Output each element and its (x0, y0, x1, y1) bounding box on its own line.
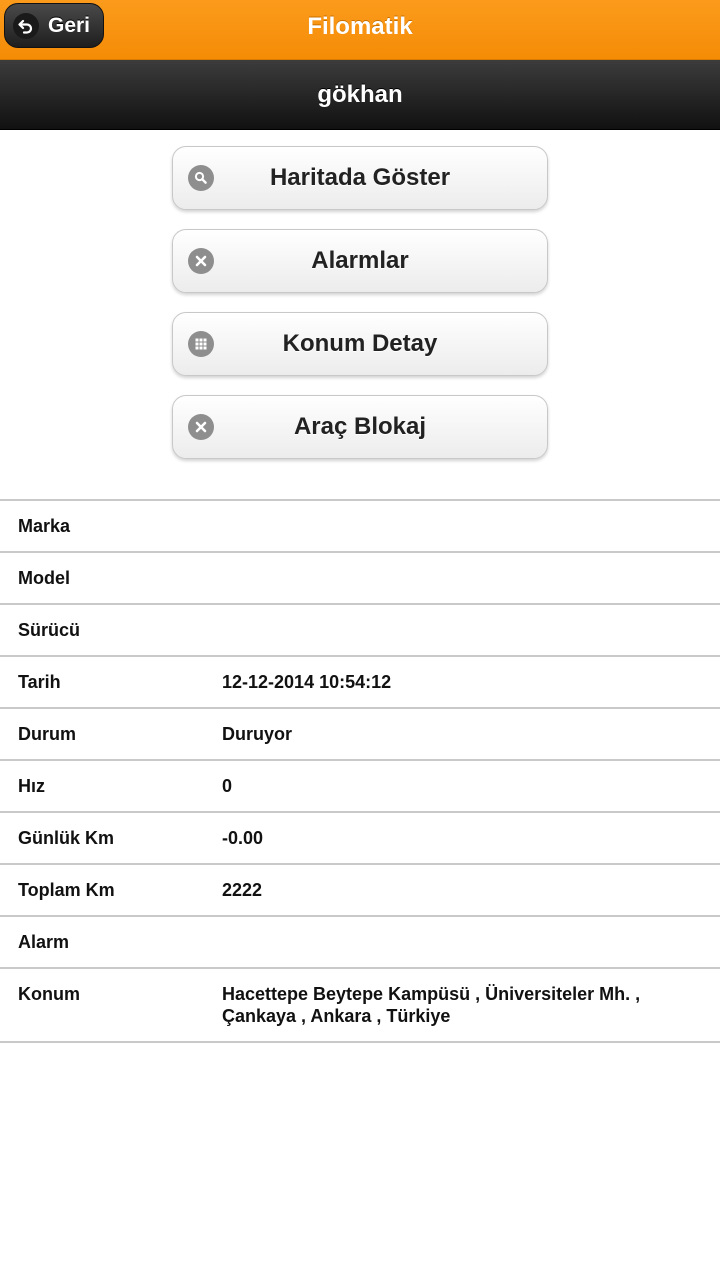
row-label: Günlük Km (0, 812, 222, 865)
table-row: Marka (0, 500, 720, 553)
show-on-map-label: Haritada Göster (269, 164, 451, 191)
header-bar: Geri Filomatik (0, 0, 720, 60)
table-row: Durum Duruyor (0, 708, 720, 761)
row-value: 0 (222, 760, 720, 813)
row-label: Marka (0, 500, 222, 553)
close-icon (188, 414, 214, 440)
row-label: Durum (0, 708, 222, 761)
show-on-map-button[interactable]: Haritada Göster (172, 146, 548, 210)
vehicle-block-label: Araç Blokaj (293, 413, 427, 440)
action-buttons: Haritada Göster Alarmlar Konum Detay Ara… (0, 130, 720, 499)
table-row: Alarm (0, 916, 720, 969)
vehicle-block-button[interactable]: Araç Blokaj (172, 395, 548, 459)
row-value: -0.00 (222, 812, 720, 865)
row-value (222, 604, 720, 657)
row-value: Hacettepe Beytepe Kampüsü , Üniversitele… (222, 968, 720, 1043)
row-value: 2222 (222, 864, 720, 917)
table-row: Hız 0 (0, 760, 720, 813)
row-label: Model (0, 552, 222, 605)
row-label: Toplam Km (0, 864, 222, 917)
back-arrow-icon (13, 12, 39, 39)
row-value (222, 916, 720, 969)
alarms-label: Alarmlar (311, 247, 409, 274)
alarms-button[interactable]: Alarmlar (172, 229, 548, 293)
search-icon (188, 165, 214, 191)
row-value (222, 500, 720, 553)
table-row: Model (0, 552, 720, 605)
table-row: Tarih 12-12-2014 10:54:12 (0, 656, 720, 709)
row-value: Duruyor (222, 708, 720, 761)
subheader-bar: gökhan (0, 60, 720, 130)
row-label: Konum (0, 968, 222, 1043)
grid-icon (188, 331, 214, 357)
back-button[interactable]: Geri (4, 3, 104, 48)
close-icon (188, 248, 214, 274)
table-row: Sürücü (0, 604, 720, 657)
back-button-label: Geri (48, 13, 91, 37)
vehicle-title: gökhan (317, 80, 403, 108)
location-detail-label: Konum Detay (282, 330, 438, 357)
row-label: Tarih (0, 656, 222, 709)
row-label: Sürücü (0, 604, 222, 657)
table-row: Konum Hacettepe Beytepe Kampüsü , Üniver… (0, 968, 720, 1043)
table-row: Toplam Km 2222 (0, 864, 720, 917)
table-row: Günlük Km -0.00 (0, 812, 720, 865)
location-detail-button[interactable]: Konum Detay (172, 312, 548, 376)
row-label: Hız (0, 760, 222, 813)
app-title: Filomatik (307, 13, 413, 40)
vehicle-info-table: Marka Model Sürücü Tarih 12-12-2014 10:5… (0, 499, 720, 1043)
row-value: 12-12-2014 10:54:12 (222, 656, 720, 709)
row-label: Alarm (0, 916, 222, 969)
row-value (222, 552, 720, 605)
